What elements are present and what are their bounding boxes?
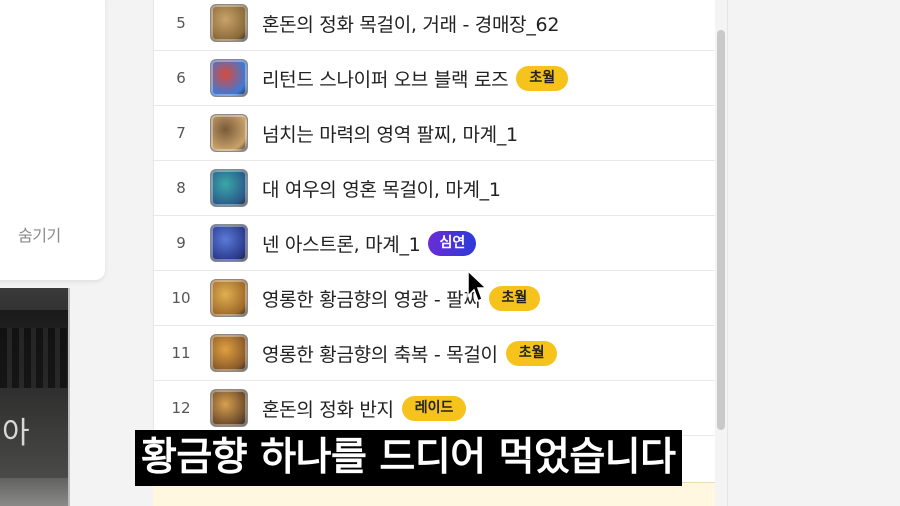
item-name[interactable]: 넨 아스트론, 마계_1 (262, 230, 421, 257)
item-name[interactable]: 넘치는 마력의 영역 팔찌, 마계_1 (262, 120, 518, 147)
item-row[interactable]: 11 영롱한 황금향의 축복 - 목걸이 초월 (154, 326, 716, 381)
video-scenery (0, 328, 68, 388)
sidebar-card: 숨기기 (0, 0, 105, 280)
golden-necklace-icon[interactable] (210, 334, 248, 372)
item-row[interactable]: 5 혼돈의 정화 목걸이, 거래 - 경매장_62 (154, 0, 716, 51)
bracelet-icon[interactable] (210, 114, 248, 152)
chaos-necklace-icon[interactable] (210, 4, 248, 42)
item-name[interactable]: 리턴드 스나이퍼 오브 블랙 로즈 (262, 65, 509, 92)
row-number: 9 (176, 234, 186, 252)
row-number: 8 (176, 179, 186, 197)
row-number: 12 (171, 399, 191, 417)
row-number: 6 (176, 69, 186, 87)
item-name[interactable]: 영롱한 황금향의 축복 - 목걸이 (262, 340, 498, 367)
item-row[interactable]: 9 넨 아스트론, 마계_1 심연 (154, 216, 716, 271)
tier-badge: 레이드 (401, 395, 467, 421)
fox-necklace-icon[interactable] (210, 169, 248, 207)
mouse-cursor-icon (467, 270, 486, 303)
row-number: 11 (171, 344, 191, 362)
item-row[interactable]: 10 영롱한 황금향의 영광 - 팔찌 초월 (154, 271, 716, 326)
astron-icon[interactable] (210, 224, 248, 262)
tier-badge: 초월 (505, 340, 558, 366)
video-subtitle: 황금향 하나를 드디어 먹었습니다 (135, 430, 682, 486)
row-number: 7 (176, 124, 186, 142)
scrollbar-thumb[interactable] (717, 30, 725, 430)
hide-button[interactable]: 숨기기 (18, 222, 61, 246)
item-name[interactable]: 혼돈의 정화 목걸이, 거래 - 경매장_62 (262, 10, 559, 37)
tier-badge: 초월 (516, 65, 569, 91)
item-row[interactable]: 12 혼돈의 정화 반지 레이드 (154, 381, 716, 436)
golden-bracelet-icon[interactable] (210, 279, 248, 317)
sniper-weapon-icon[interactable] (210, 59, 248, 97)
tier-badge: 심연 (428, 230, 477, 256)
item-row[interactable]: 8 대 여우의 영혼 목걸이, 마계_1 (154, 161, 716, 216)
item-name[interactable]: 영롱한 황금향의 영광 - 팔찌 (262, 285, 481, 312)
tier-badge: 초월 (488, 285, 541, 311)
item-name[interactable]: 혼돈의 정화 반지 (262, 395, 394, 422)
row-number: 10 (171, 289, 191, 307)
item-row[interactable]: 7 넘치는 마력의 영역 팔찌, 마계_1 (154, 106, 716, 161)
video-thumbnail[interactable]: 아 (0, 288, 70, 506)
row-number: 5 (176, 14, 186, 32)
video-thumbnail-text: 아 (2, 416, 30, 451)
item-row[interactable]: 6 리턴드 스나이퍼 오브 블랙 로즈 초월 (154, 51, 716, 106)
chaos-ring-icon[interactable] (210, 389, 248, 427)
item-name[interactable]: 대 여우의 영혼 목걸이, 마계_1 (262, 175, 501, 202)
